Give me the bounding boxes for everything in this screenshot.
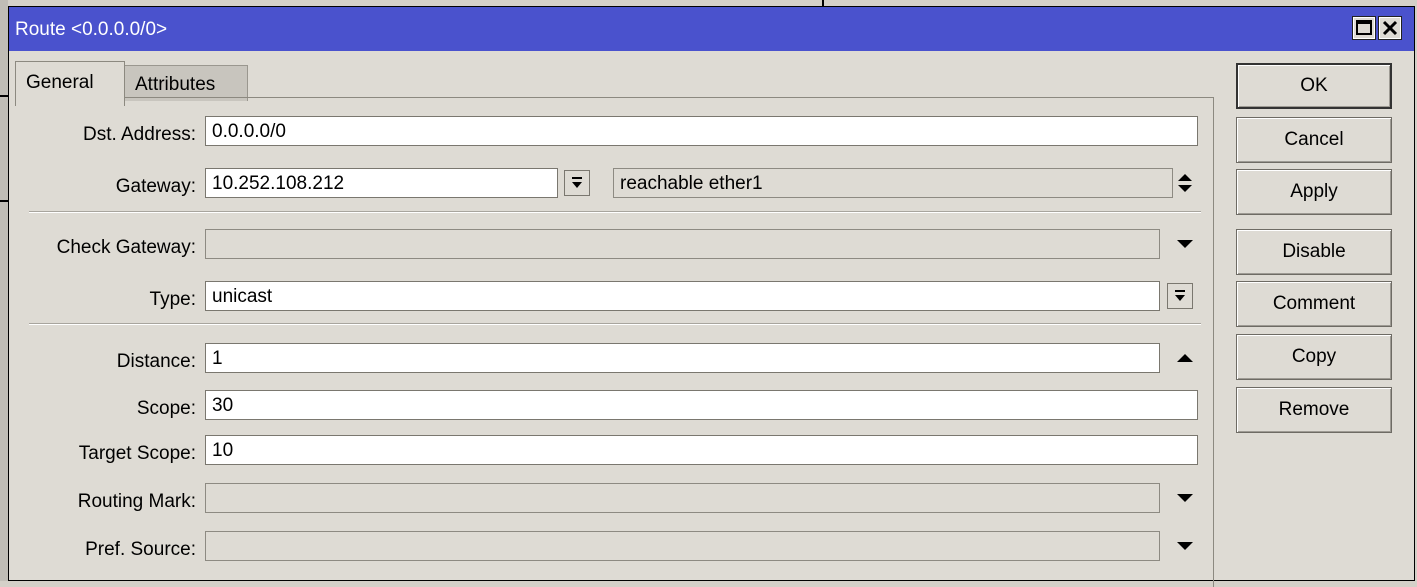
distance-field[interactable]: 1 [205, 343, 1160, 373]
distance-label: Distance: [116, 351, 196, 372]
target-scope-field[interactable]: 10 [205, 435, 1198, 465]
background-line [0, 200, 8, 202]
pref-source-field[interactable] [205, 531, 1160, 561]
tab-attributes[interactable]: Attributes [124, 65, 248, 101]
gateway-dropdown-icon[interactable] [564, 170, 590, 196]
type-dropdown-icon[interactable] [1167, 283, 1193, 309]
cancel-button[interactable]: Cancel [1236, 117, 1392, 163]
target-scope-label: Target Scope: [78, 443, 196, 464]
gateway-status-field: reachable ether1 [613, 168, 1173, 198]
down-arrow-icon[interactable] [1173, 534, 1197, 558]
type-field[interactable]: unicast [205, 281, 1160, 311]
window-title: Route <0.0.0.0/0> [15, 19, 168, 40]
ok-button[interactable]: OK [1236, 63, 1392, 109]
separator [29, 323, 1201, 325]
gateway-label: Gateway: [115, 176, 196, 197]
background-line [0, 0, 8, 581]
up-down-icon[interactable] [1173, 171, 1197, 195]
check-gateway-label: Check Gateway: [56, 237, 196, 258]
scope-field[interactable]: 30 [205, 390, 1198, 420]
scope-label: Scope: [136, 398, 196, 419]
pref-source-label: Pref. Source: [85, 539, 196, 560]
type-label: Type: [149, 289, 196, 310]
down-arrow-icon[interactable] [1173, 232, 1197, 256]
copy-button[interactable]: Copy [1236, 334, 1392, 380]
routing-mark-label: Routing Mark: [77, 491, 196, 512]
up-arrow-icon[interactable] [1173, 346, 1197, 370]
down-arrow-icon[interactable] [1173, 486, 1197, 510]
maximize-icon[interactable] [1352, 16, 1376, 40]
separator [29, 211, 1201, 213]
dst-address-label: Dst. Address: [83, 124, 196, 145]
tab-general[interactable]: General [15, 61, 125, 106]
comment-button[interactable]: Comment [1236, 281, 1392, 327]
apply-button[interactable]: Apply [1236, 169, 1392, 215]
close-icon[interactable] [1378, 16, 1402, 40]
route-dialog: Route <0.0.0.0/0> General Attributes Dst… [8, 6, 1415, 587]
check-gateway-field[interactable] [205, 229, 1160, 259]
dst-address-field[interactable]: 0.0.0.0/0 [205, 116, 1198, 146]
routing-mark-field[interactable] [205, 483, 1160, 513]
gateway-field[interactable]: 10.252.108.212 [205, 168, 558, 198]
disable-button[interactable]: Disable [1236, 229, 1392, 275]
title-bar[interactable]: Route <0.0.0.0/0> [9, 7, 1414, 51]
remove-button[interactable]: Remove [1236, 387, 1392, 433]
background-line [0, 95, 8, 97]
